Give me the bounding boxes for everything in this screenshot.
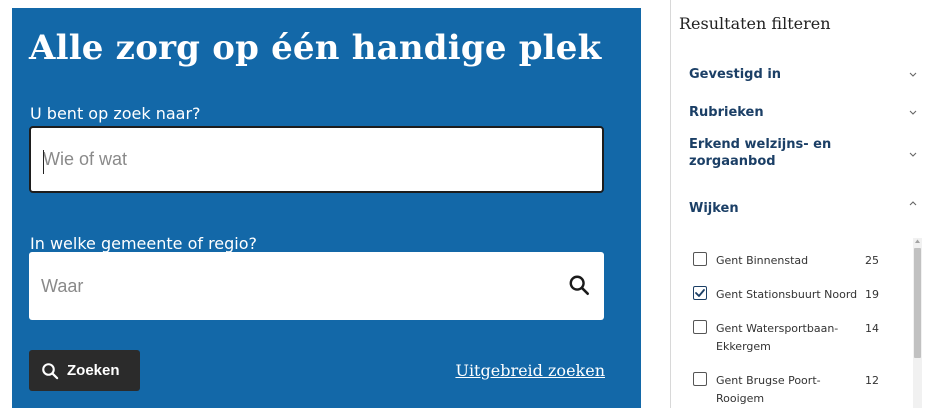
wijk-label: Gent Stationsbuurt Noord (716, 288, 858, 301)
filter-section-gevestigd-in[interactable]: Gevestigd in (689, 66, 919, 83)
search-icon[interactable] (568, 274, 590, 296)
where-input[interactable] (41, 252, 561, 320)
checkmark-icon (695, 289, 705, 297)
filter-section-label: Wijken (689, 201, 739, 216)
text-caret (43, 150, 44, 174)
wijk-label: Gent Brugse Poort-Rooigem (716, 374, 821, 405)
checkbox-checked[interactable] (693, 286, 707, 300)
wijk-label: Gent Binnenstad (716, 254, 809, 267)
wijk-count: 12 (865, 374, 879, 387)
filter-section-wijken[interactable]: Wijken (689, 200, 919, 217)
filter-section-label: Gevestigd in (689, 67, 782, 82)
filter-section-label: Erkend welzijns- en zorgaanbod (689, 137, 832, 169)
where-label: In welke gemeente of regio? (30, 234, 258, 253)
search-button[interactable]: Zoeken (29, 350, 140, 391)
filter-panel-title: Resultaten filteren (679, 14, 831, 33)
chevron-down-icon (909, 110, 917, 115)
scroll-up-arrow-icon[interactable] (914, 238, 921, 245)
checkbox[interactable] (693, 252, 707, 266)
advanced-search-link[interactable]: Uitgebreid zoeken (455, 361, 605, 380)
search-icon (42, 362, 59, 379)
what-input[interactable] (43, 128, 563, 191)
scrollbar[interactable] (913, 238, 922, 408)
scrollbar-thumb[interactable] (914, 248, 921, 358)
wijk-count: 25 (865, 254, 879, 267)
filter-section-label: Rubrieken (689, 105, 764, 120)
chevron-up-icon (909, 201, 917, 206)
chevron-down-icon (909, 152, 917, 157)
filter-section-rubrieken[interactable]: Rubrieken (689, 104, 919, 121)
page-title: Alle zorg op één handige plek (29, 28, 602, 68)
filter-section-erkend-aanbod[interactable]: Erkend welzijns- en zorgaanbod (689, 136, 919, 170)
search-panel: Alle zorg op één handige plek U bent op … (12, 8, 641, 408)
search-button-label: Zoeken (67, 362, 120, 379)
filter-panel: Resultaten filteren Gevestigd in Rubriek… (670, 0, 930, 408)
chevron-down-icon (909, 72, 917, 77)
where-field[interactable] (29, 252, 604, 320)
what-label: U bent op zoek naar? (30, 104, 201, 123)
what-field[interactable] (29, 126, 604, 193)
wijk-count: 14 (865, 322, 879, 335)
wijk-count: 19 (865, 288, 879, 301)
checkbox[interactable] (693, 320, 707, 334)
wijk-label: Gent Watersportbaan-Ekkergem (716, 322, 839, 353)
checkbox[interactable] (693, 372, 707, 386)
